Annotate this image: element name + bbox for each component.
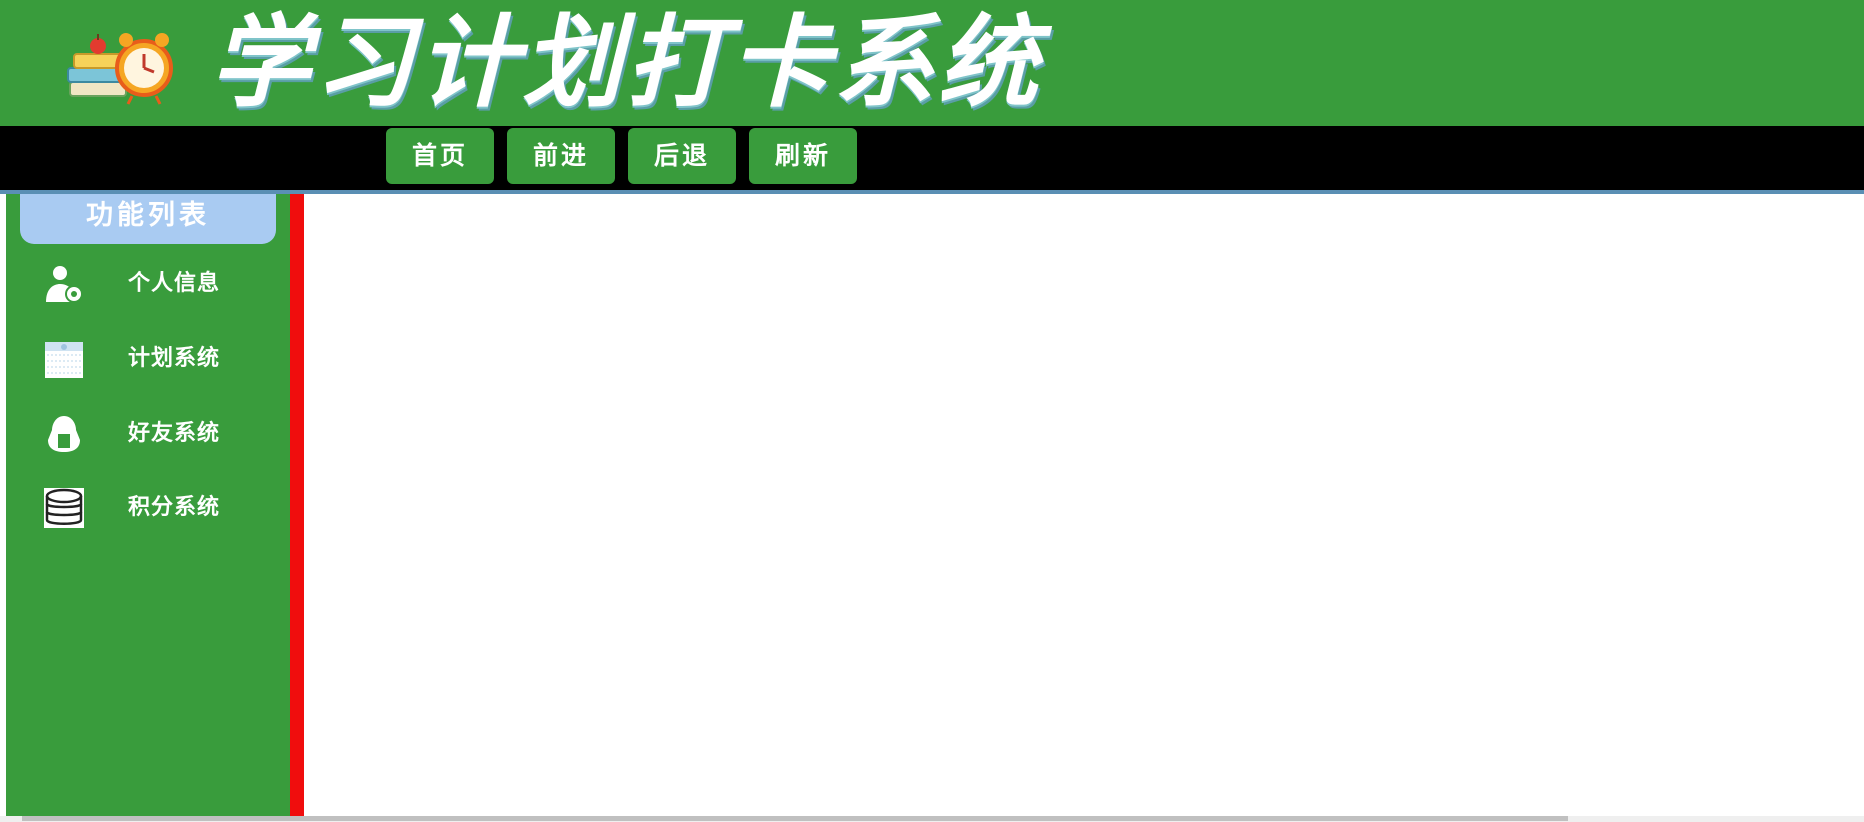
- books-alarm-clock-icon: [67, 33, 173, 105]
- sidebar-item-label: 好友系统: [128, 421, 221, 446]
- sidebar-title: 功能列表: [20, 194, 276, 244]
- top-navbar: 首页 前进 后退 刷新: [0, 126, 1864, 194]
- scrollbar-thumb[interactable]: [22, 816, 1568, 821]
- sidebar-divider[interactable]: [290, 194, 304, 816]
- refresh-button[interactable]: 刷新: [749, 128, 857, 184]
- sidebar-item-plan-system[interactable]: 计划系统: [36, 335, 276, 383]
- app-header: 学习计划打卡系统: [0, 0, 1864, 126]
- sidebar-item-label: 个人信息: [128, 271, 221, 296]
- sidebar-item-label: 积分系统: [128, 495, 221, 520]
- back-button[interactable]: 后退: [628, 128, 736, 184]
- friends-icon: [48, 416, 80, 452]
- horizontal-scrollbar[interactable]: [0, 816, 1864, 822]
- coins-stack-icon: [44, 488, 84, 528]
- user-settings-icon: [46, 266, 83, 303]
- home-button[interactable]: 首页: [386, 128, 494, 184]
- sidebar: 功能列表 个人信息 计划系统 好友系统 积分系统: [6, 194, 290, 816]
- forward-button[interactable]: 前进: [507, 128, 615, 184]
- app-title: 学习计划打卡系统: [210, 4, 1042, 121]
- sidebar-item-personal-info[interactable]: 个人信息: [36, 260, 276, 308]
- sidebar-item-friends-system[interactable]: 好友系统: [36, 410, 276, 458]
- sidebar-item-label: 计划系统: [128, 346, 221, 371]
- sidebar-item-points-system[interactable]: 积分系统: [36, 484, 276, 532]
- calendar-icon: [45, 342, 83, 378]
- main-content-frame: [304, 194, 1864, 816]
